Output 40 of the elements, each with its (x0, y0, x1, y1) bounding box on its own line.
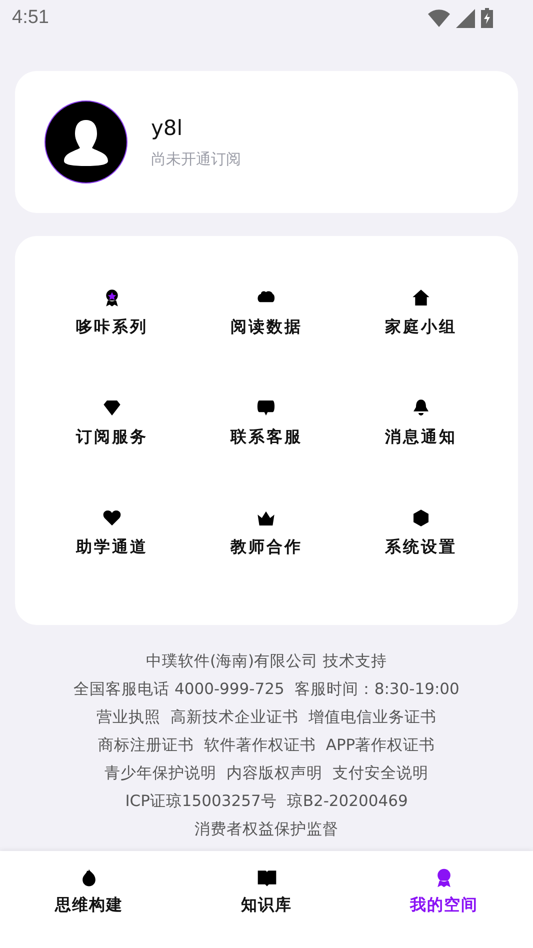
avatar-icon[interactable] (44, 100, 128, 184)
footer-text: 青少年保护说明 (104, 763, 216, 784)
nav-tab[interactable]: 思维构建 (0, 867, 178, 916)
nav-tab[interactable]: 知识库 (178, 867, 356, 916)
footer-text: ICP证琼15003257号 (125, 791, 277, 812)
menu-item[interactable]: 联系客服 (189, 398, 344, 454)
menu-item[interactable]: 家庭小组 (344, 288, 498, 344)
footer-text: 高新技术企业证书 (170, 707, 298, 728)
subscription-status: 尚未开通订阅 (151, 150, 241, 168)
footer-text: 商标注册证书 (98, 735, 194, 756)
menu-item[interactable]: 订阅服务 (35, 398, 190, 454)
footer-text: 消费者权益保护监督 (194, 819, 338, 840)
menu-item[interactable]: 阅读数据 (189, 288, 344, 344)
menu-item[interactable]: 系统设置 (344, 508, 498, 564)
hexagon-icon (410, 508, 431, 528)
footer-text: 营业执照 (96, 707, 160, 728)
battery-icon (481, 8, 493, 28)
wifi-icon (428, 9, 450, 27)
heart-icon (102, 508, 122, 528)
footer-text: 增值电信业务证书 (308, 707, 436, 728)
diamond-icon (102, 398, 122, 418)
footer-text: 中璞软件(海南)有限公司 技术支持 (146, 651, 388, 672)
footer-text: 琼B2-20200469 (286, 791, 408, 812)
status-time: 4:51 (12, 7, 49, 29)
house-icon (410, 288, 431, 308)
footer-text: APP著作权证书 (326, 735, 436, 756)
nav-tab[interactable]: 我的空间 (355, 867, 533, 916)
footer-text: 软件著作权证书 (204, 735, 316, 756)
menu-item[interactable]: 助学通道 (35, 508, 190, 564)
footer-text: 全国客服电话 4000-999-725 (74, 679, 284, 700)
bell-icon (410, 398, 431, 418)
menu-item[interactable]: 哆咔系列 (35, 288, 190, 344)
menu-item[interactable]: 教师合作 (189, 508, 344, 564)
signal-icon (456, 8, 475, 28)
footer-text: 内容版权声明 (226, 763, 322, 784)
menu-item[interactable]: 消息通知 (344, 398, 498, 454)
footer-text: 支付安全说明 (332, 763, 428, 784)
chat-bubble-icon (256, 398, 276, 418)
footer-text: 客服时间：8:30-19:00 (294, 679, 460, 700)
user-name: y8l (151, 116, 184, 140)
